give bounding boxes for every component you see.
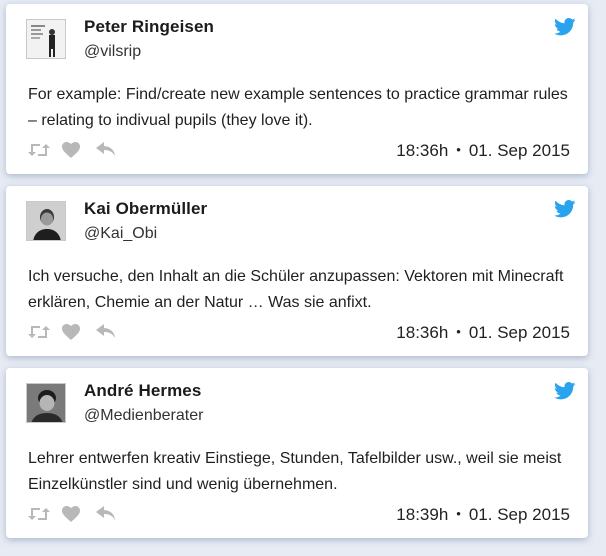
separator-dot: • (456, 324, 461, 339)
tweet-time: 18:36h (396, 141, 449, 160)
tweet-timestamp[interactable]: 18:39h • 01. Sep 2015 (396, 505, 570, 525)
tweet-card: Kai Obermüller @Kai_Obi Ich versuche, de… (6, 186, 588, 356)
like-heart-icon[interactable] (62, 506, 82, 524)
like-heart-icon[interactable] (62, 324, 82, 342)
tweet-date: 01. Sep 2015 (468, 323, 570, 342)
like-heart-icon[interactable] (62, 142, 82, 160)
separator-dot: • (456, 142, 461, 157)
tweet-timestamp[interactable]: 18:36h • 01. Sep 2015 (396, 141, 570, 161)
tweet-text: For example: Find/create new example sen… (28, 86, 568, 129)
twitter-bird-icon[interactable] (554, 18, 576, 36)
author-handle[interactable]: @Medienberater (84, 407, 203, 425)
reply-icon[interactable] (96, 506, 116, 524)
author-handle[interactable]: @vilsrip (84, 43, 141, 61)
avatar[interactable] (26, 383, 66, 423)
retweet-icon[interactable] (28, 324, 50, 342)
tweet-card: Peter Ringeisen @vilsrip For example: Fi… (6, 4, 588, 174)
tweet-time: 18:39h (396, 505, 449, 524)
tweet-card: André Hermes @Medienberater Lehrer entwe… (6, 368, 588, 538)
author-name[interactable]: Kai Obermüller (84, 199, 207, 219)
tweet-date: 01. Sep 2015 (468, 505, 570, 524)
twitter-bird-icon[interactable] (554, 382, 576, 400)
tweet-text: Ich versuche, den Inhalt an die Schüler … (28, 268, 564, 311)
tweet-actions (28, 504, 116, 526)
tweet-date: 01. Sep 2015 (468, 141, 570, 160)
author-name[interactable]: Peter Ringeisen (84, 17, 214, 37)
avatar[interactable] (26, 19, 66, 59)
twitter-bird-icon[interactable] (554, 200, 576, 218)
reply-icon[interactable] (96, 142, 116, 160)
retweet-icon[interactable] (28, 142, 50, 160)
reply-icon[interactable] (96, 324, 116, 342)
tweet-actions (28, 140, 116, 162)
separator-dot: • (456, 506, 461, 521)
author-name[interactable]: André Hermes (84, 381, 201, 401)
tweet-text: Lehrer entwerfen kreativ Einstiege, Stun… (28, 450, 562, 493)
retweet-icon[interactable] (28, 506, 50, 524)
tweet-timestamp[interactable]: 18:36h • 01. Sep 2015 (396, 323, 570, 343)
author-handle[interactable]: @Kai_Obi (84, 225, 157, 243)
tweet-actions (28, 322, 116, 344)
avatar[interactable] (26, 201, 66, 241)
tweet-time: 18:36h (396, 323, 449, 342)
